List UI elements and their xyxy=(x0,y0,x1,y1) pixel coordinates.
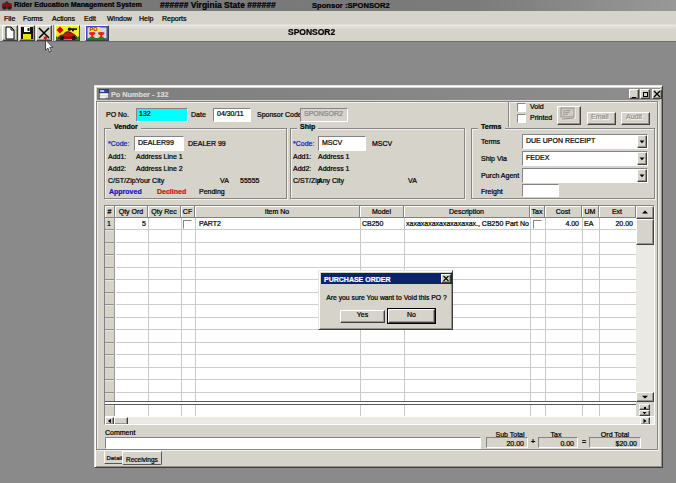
svg-text:PO: PO xyxy=(90,26,99,32)
